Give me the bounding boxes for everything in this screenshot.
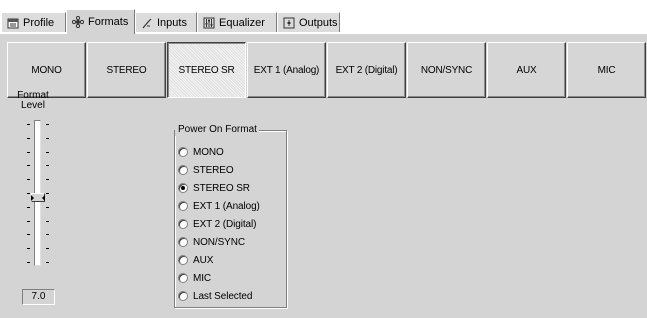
tab-label: Outputs xyxy=(299,16,338,29)
tab-outputs[interactable]: Outputs xyxy=(277,12,340,32)
tab-label: Profile xyxy=(23,16,55,29)
slider-tick xyxy=(46,221,49,222)
inputs-icon xyxy=(141,17,153,29)
radio-button[interactable] xyxy=(178,255,188,265)
equalizer-icon xyxy=(203,17,215,29)
slider-tick xyxy=(46,207,49,208)
format-level-slider[interactable] xyxy=(27,120,49,266)
power-on-option-label: STEREO xyxy=(193,164,234,176)
slider-tick xyxy=(27,138,30,139)
format-button-label: MIC xyxy=(597,64,616,76)
window: Profile Formats Inputs Equalizer Outputs xyxy=(0,0,647,318)
slider-tick xyxy=(46,152,49,153)
format-button-ext2-digital[interactable]: EXT 2 (Digital) xyxy=(327,42,406,98)
power-on-option[interactable]: STEREO SR xyxy=(178,179,286,197)
tab-profile[interactable]: Profile xyxy=(1,12,66,32)
slider-tick xyxy=(46,138,49,139)
slider-tick xyxy=(27,221,30,222)
format-button-label: AUX xyxy=(516,64,537,76)
power-on-option[interactable]: STEREO xyxy=(178,161,286,179)
format-button-label: MONO xyxy=(31,64,62,76)
slider-tick xyxy=(46,193,49,194)
slider-tick xyxy=(46,165,49,166)
format-button-label: NON/SYNC xyxy=(420,64,473,76)
outputs-icon xyxy=(283,17,295,29)
format-button-label: STEREO xyxy=(106,64,147,76)
format-button-stereo[interactable]: STEREO xyxy=(87,42,166,98)
slider-thumb[interactable] xyxy=(31,193,45,202)
tab-label: Formats xyxy=(88,16,129,28)
power-on-option[interactable]: MONO xyxy=(178,143,286,161)
power-on-option-label: STEREO SR xyxy=(193,182,250,194)
slider-tick xyxy=(27,193,30,194)
slider-tick xyxy=(46,124,49,125)
radio-button[interactable] xyxy=(178,147,188,157)
format-button-ext1-analog[interactable]: EXT 1 (Analog) xyxy=(247,42,326,98)
tab-strip: Profile Formats Inputs Equalizer Outputs xyxy=(0,9,647,34)
radio-button[interactable] xyxy=(178,165,188,175)
power-on-option[interactable]: NON/SYNC xyxy=(178,233,286,251)
format-button-label: EXT 1 (Analog) xyxy=(253,64,320,76)
power-on-format-title: Power On Format xyxy=(175,124,259,136)
radio-button[interactable] xyxy=(178,237,188,247)
power-on-option[interactable]: EXT 2 (Digital) xyxy=(178,215,286,233)
power-on-option-label: MONO xyxy=(193,146,224,158)
format-level-label-line2: Level xyxy=(21,100,45,111)
radio-button[interactable] xyxy=(178,273,188,283)
slider-ticks-right xyxy=(46,120,49,266)
slider-tick xyxy=(27,248,30,249)
power-on-option-label: AUX xyxy=(193,254,214,266)
tab-label: Inputs xyxy=(157,16,187,29)
slider-tick xyxy=(27,179,30,180)
thumb-right-pointer xyxy=(42,195,45,201)
formats-panel: MONO STEREO STEREO SR EXT 1 (Analog) EXT… xyxy=(0,33,647,318)
power-on-option-label: EXT 2 (Digital) xyxy=(193,218,257,230)
power-on-option-label: NON/SYNC xyxy=(193,236,245,248)
tab-equalizer[interactable]: Equalizer xyxy=(197,12,277,32)
formats-icon xyxy=(72,16,84,28)
profile-icon xyxy=(7,17,19,29)
slider-tick xyxy=(27,262,30,263)
format-button-aux[interactable]: AUX xyxy=(487,42,566,98)
thumb-left-pointer xyxy=(31,195,34,201)
tab-label: Equalizer xyxy=(219,16,265,29)
format-level-label: Format Level xyxy=(14,91,52,111)
power-on-format-options: MONO STEREO STEREO SR EXT 1 (Analog) EXT 2 (… xyxy=(178,143,286,305)
radio-button[interactable] xyxy=(178,201,188,211)
power-on-option[interactable]: MIC xyxy=(178,269,286,287)
slider-tick xyxy=(46,262,49,263)
slider-tick xyxy=(27,152,30,153)
slider-tick xyxy=(46,248,49,249)
format-level-value: 7.0 xyxy=(22,289,55,305)
format-button-label: STEREO SR xyxy=(178,64,235,76)
power-on-option[interactable]: EXT 1 (Analog) xyxy=(178,197,286,215)
power-on-option[interactable]: AUX xyxy=(178,251,286,269)
slider-tick xyxy=(46,234,49,235)
slider-ticks-left xyxy=(27,120,30,266)
format-button-non-sync[interactable]: NON/SYNC xyxy=(407,42,486,98)
tab-formats[interactable]: Formats xyxy=(66,9,135,34)
power-on-option-label: EXT 1 (Analog) xyxy=(193,200,260,212)
slider-tick xyxy=(46,179,49,180)
format-button-label: EXT 2 (Digital) xyxy=(335,64,398,76)
power-on-option[interactable]: Last Selected xyxy=(178,287,286,305)
power-on-option-label: MIC xyxy=(193,272,212,284)
radio-button[interactable] xyxy=(178,291,188,301)
slider-tick xyxy=(27,207,30,208)
tab-inputs[interactable]: Inputs xyxy=(135,12,197,32)
slider-tick xyxy=(27,124,30,125)
slider-tick xyxy=(27,165,30,166)
radio-button[interactable] xyxy=(178,183,188,193)
radio-button[interactable] xyxy=(178,219,188,229)
power-on-option-label: Last Selected xyxy=(193,290,253,302)
format-button-mic[interactable]: MIC xyxy=(567,42,646,98)
slider-tick xyxy=(27,234,30,235)
format-button-row: MONO STEREO STEREO SR EXT 1 (Analog) EXT… xyxy=(7,42,646,98)
format-button-stereo-sr[interactable]: STEREO SR xyxy=(167,42,246,98)
